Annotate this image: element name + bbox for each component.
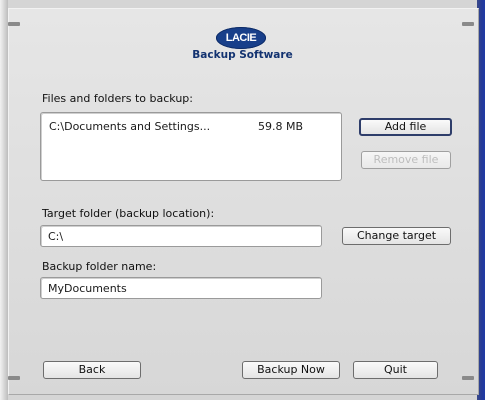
corner-mark	[462, 376, 474, 380]
file-path: C:\Documents and Settings...	[49, 120, 211, 133]
corner-mark	[8, 376, 20, 380]
backup-name-field[interactable]: MyDocuments	[40, 277, 322, 299]
files-label: Files and folders to backup:	[42, 92, 193, 105]
app-subtitle: Backup Software	[192, 49, 293, 61]
remove-file-button[interactable]: Remove file	[361, 151, 451, 169]
add-file-button[interactable]: Add file	[359, 118, 452, 136]
lacie-logo: LACIE	[216, 27, 266, 49]
corner-mark	[8, 22, 20, 26]
logo-text: LACIE	[225, 32, 257, 44]
target-value: C:\	[48, 230, 64, 243]
backup-panel	[8, 8, 479, 395]
backup-now-button[interactable]: Backup Now	[242, 361, 340, 379]
target-field[interactable]: C:\	[40, 225, 322, 247]
back-button[interactable]: Back	[43, 361, 141, 379]
target-label: Target folder (backup location):	[42, 207, 215, 220]
corner-mark	[462, 22, 474, 26]
file-size: 59.8 MB	[258, 120, 304, 133]
backup-name-label: Backup folder name:	[42, 260, 157, 273]
quit-button[interactable]: Quit	[353, 361, 438, 379]
files-list[interactable]: C:\Documents and Settings... 59.8 MB	[40, 112, 342, 181]
backup-name-value: MyDocuments	[48, 282, 127, 295]
change-target-button[interactable]: Change target	[342, 227, 451, 245]
